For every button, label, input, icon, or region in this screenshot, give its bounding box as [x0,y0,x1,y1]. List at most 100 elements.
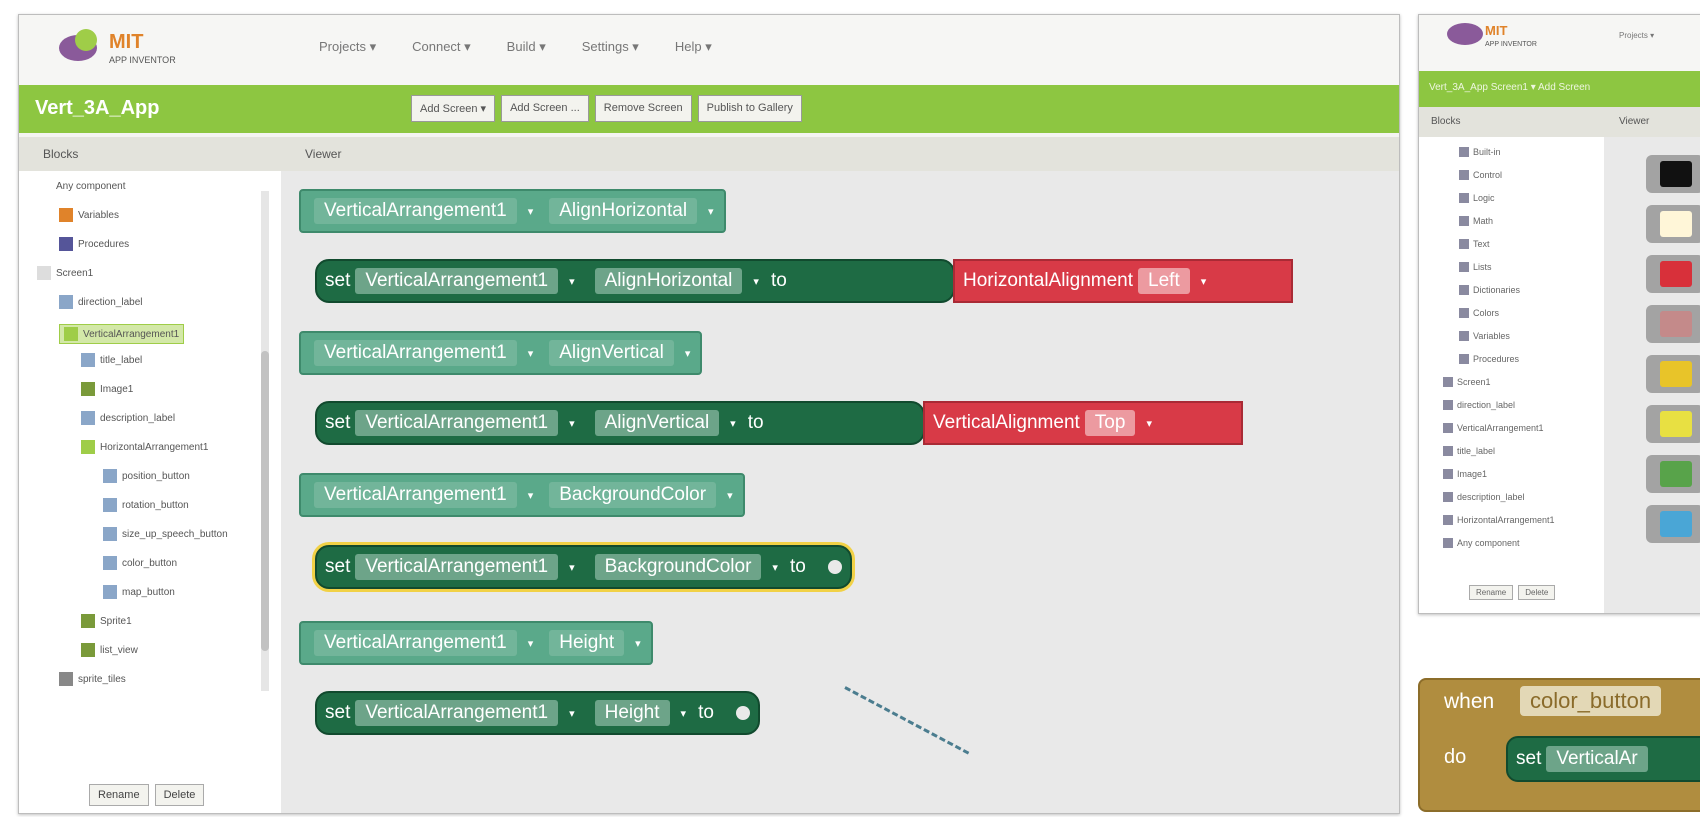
side-tree-item[interactable]: direction_label [1443,400,1515,410]
alignment-value-dropdown[interactable]: Left [1138,268,1190,294]
rename-button[interactable]: Rename [89,784,149,806]
app-inventor-logo[interactable]: MIT APP INVENTOR [59,25,219,75]
setter-block[interactable]: set VerticalArrangement1 ▾ AlignHorizonta… [315,259,955,303]
color-swatch-block[interactable] [1646,405,1700,443]
component-dropdown[interactable]: VerticalArrangement1 [355,410,559,436]
side-delete-button[interactable]: Delete [1518,585,1556,600]
tree-item[interactable]: VerticalArrangement1 [59,324,185,344]
menu-connect[interactable]: Connect ▾ [412,39,471,55]
side-tree-item[interactable]: Logic [1459,193,1495,203]
tree-item[interactable]: HorizontalArrangement1 [81,440,208,454]
side-tree-item[interactable]: Any component [1443,538,1520,548]
side-tree-item[interactable]: Screen1 [1443,377,1491,387]
tree-item[interactable]: map_button [103,585,175,599]
main-menu: Projects ▾ Connect ▾ Build ▾ Settings ▾ … [319,39,712,55]
side-tree-item[interactable]: VerticalArrangement1 [1443,423,1544,433]
property-dropdown[interactable]: BackgroundColor [549,482,717,508]
tree-item-label: list_view [100,644,138,656]
property-dropdown[interactable]: AlignHorizontal [594,268,743,294]
tree-item-label: rotation_button [122,499,189,511]
horizontal-alignment-block[interactable]: HorizontalAlignment Left ▾ [953,259,1293,303]
property-dropdown[interactable]: Height [549,630,625,656]
getter-block[interactable]: VerticalArrangement1 ▾ Height ▾ [299,621,653,665]
component-dropdown[interactable]: VerticalArrangement1 [314,198,517,224]
menu-settings[interactable]: Settings ▾ [582,39,639,55]
component-dropdown[interactable]: VerticalAr [1546,746,1648,772]
input-socket[interactable] [735,706,750,720]
menu-projects[interactable]: Projects ▾ [319,39,376,55]
side-tree-item[interactable]: Lists [1459,262,1492,272]
menu-help[interactable]: Help ▾ [675,39,712,55]
side-menu-projects[interactable]: Projects ▾ [1619,31,1654,40]
setter-block[interactable]: set VerticalArrangement1 ▾ AlignVertical ▾… [315,401,925,445]
property-dropdown[interactable]: AlignHorizontal [549,198,698,224]
side-tree-item[interactable]: Math [1459,216,1493,226]
side-tree-item[interactable]: Variables [1459,331,1510,341]
side-tree-item[interactable]: Image1 [1443,469,1487,479]
tree-item[interactable]: description_label [81,411,175,425]
event-setter-block[interactable]: set VerticalAr [1506,736,1700,782]
tree-item[interactable]: title_label [81,353,142,367]
side-tree-item[interactable]: Control [1459,170,1502,180]
remove-screen-button[interactable]: Remove Screen [594,95,692,122]
delete-button[interactable]: Delete [154,784,205,806]
vertical-alignment-block[interactable]: VerticalAlignment Top ▾ [923,401,1243,445]
setter-block[interactable]: set VerticalArrangement1 ▾ Height ▾ to [315,691,760,735]
side-rename-button[interactable]: Rename [1469,585,1514,600]
getter-block[interactable]: VerticalArrangement1 ▾ BackgroundColor ▾ [299,473,745,517]
add-screen-button[interactable]: Add Screen ... [501,95,589,122]
menu-build[interactable]: Build ▾ [507,39,546,55]
component-dropdown[interactable]: VerticalArrangement1 [355,554,559,580]
side-tree-item[interactable]: HorizontalArrangement1 [1443,515,1555,525]
color-swatch-block[interactable] [1646,155,1700,193]
component-dropdown[interactable]: VerticalArrangement1 [314,340,517,366]
side-tree-item[interactable]: Procedures [1459,354,1519,364]
component-dropdown[interactable]: VerticalArrangement1 [355,268,559,294]
tree-item[interactable]: Sprite1 [81,614,132,628]
setter-block[interactable]: set VerticalArrangement1 ▾ BackgroundColo… [315,545,852,589]
color-swatch-block[interactable] [1646,205,1700,243]
side-tree-label: Dictionaries [1473,285,1521,295]
tree-item[interactable]: Variables [59,208,119,222]
input-socket[interactable] [827,560,842,574]
side-tree-item[interactable]: description_label [1443,492,1525,502]
tree-item-label: HorizontalArrangement1 [100,441,209,453]
side-tree-item[interactable]: Built-in [1459,147,1501,157]
property-dropdown[interactable]: Height [594,700,670,726]
color-swatch-block[interactable] [1646,455,1700,493]
tree-item[interactable]: position_button [103,469,190,483]
side-tree-item[interactable]: Colors [1459,308,1499,318]
alignment-value-dropdown[interactable]: Top [1084,410,1136,436]
tree-item[interactable]: Any component [37,179,126,193]
tree-item[interactable]: Image1 [81,382,133,396]
property-dropdown[interactable]: BackgroundColor [594,554,762,580]
component-dropdown[interactable]: VerticalArrangement1 [314,482,517,508]
screen-select-button[interactable]: Add Screen ▾ [411,95,496,122]
tree-item[interactable]: direction_label [59,295,143,309]
event-component-dropdown[interactable]: color_button [1520,686,1662,716]
event-handler-block[interactable]: when color_button do set VerticalAr [1418,678,1700,812]
tree-item[interactable]: size_up_speech_button [103,527,228,541]
getter-block[interactable]: VerticalArrangement1 ▾ AlignVertical ▾ [299,331,703,375]
side-tree-item[interactable]: Text [1459,239,1490,249]
component-dropdown[interactable]: VerticalArrangement1 [355,700,559,726]
blocks-scrollbar[interactable] [261,191,269,691]
tree-item[interactable]: Screen1 [37,266,93,280]
color-swatch-block[interactable] [1646,255,1700,293]
color-swatch-block[interactable] [1646,505,1700,543]
tree-item[interactable]: list_view [81,643,138,657]
blocks-viewer[interactable]: VerticalArrangement1 ▾ AlignHorizontal ▾ s… [281,171,1399,813]
color-swatch-block[interactable] [1646,305,1700,343]
component-dropdown[interactable]: VerticalArrangement1 [314,630,517,656]
tree-item[interactable]: color_button [103,556,177,570]
property-dropdown[interactable]: AlignVertical [549,340,674,366]
tree-item[interactable]: sprite_tiles [59,672,126,686]
side-tree-item[interactable]: Dictionaries [1459,285,1520,295]
tree-item[interactable]: rotation_button [103,498,189,512]
getter-block[interactable]: VerticalArrangement1 ▾ AlignHorizontal ▾ [299,189,726,233]
publish-gallery-button[interactable]: Publish to Gallery [697,95,802,122]
tree-item[interactable]: Procedures [59,237,129,251]
property-dropdown[interactable]: AlignVertical [594,410,720,436]
side-tree-item[interactable]: title_label [1443,446,1495,456]
color-swatch-block[interactable] [1646,355,1700,393]
